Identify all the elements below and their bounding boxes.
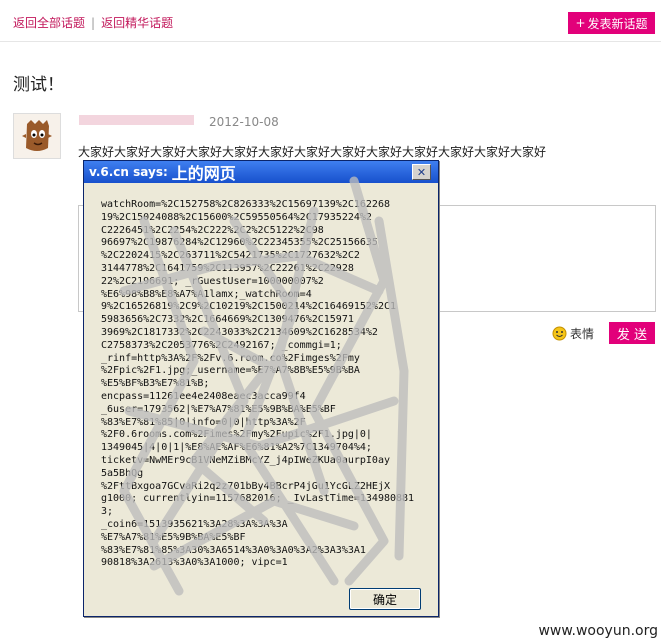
new-topic-button[interactable]: + 发表新话题 [568,12,655,34]
new-topic-label: 发表新话题 [587,16,648,31]
divider [0,41,661,42]
dialog-title-bar[interactable]: v.6.cn says: 上的网页 [84,161,438,183]
dialog-title-prefix: v.6.cn says: [89,165,168,179]
back-featured-topics-link[interactable]: 返回精华话题 [101,16,173,30]
ok-button[interactable]: 确定 [349,588,421,610]
smiley-icon [552,326,567,341]
emoji-label: 表情 [570,327,595,341]
avatar-image [14,114,60,158]
nav-separator: | [91,16,96,30]
dialog-title-suffix: 上的网页 [171,164,236,183]
watermark: www.wooyun.org [538,623,658,639]
dialog-message: watchRoom=%2C152758%2C826333%2C15697139%… [101,199,415,569]
post-date: 2012-10-08 [209,115,279,129]
close-icon: ✕ [416,165,427,179]
close-button[interactable]: ✕ [412,164,431,180]
page-title: 测试！ [13,75,64,95]
alert-dialog: v.6.cn says: 上的网页 ✕ watchRoom=%2C152758%… [83,160,439,617]
plus-icon: + [575,16,586,30]
avatar[interactable] [13,113,61,159]
top-nav: 返回全部话题 | 返回精华话题 [13,14,173,31]
post-content: 大家好大家好大家好大家好大家好大家好大家好大家好大家好大家好大家好大家好大家好 [78,145,547,159]
reply-textarea[interactable] [438,205,656,312]
emoji-button[interactable]: 表情 [552,325,594,342]
send-button[interactable]: 发 送 [609,322,655,344]
username-redacted [79,115,194,125]
back-all-topics-link[interactable]: 返回全部话题 [13,16,85,30]
